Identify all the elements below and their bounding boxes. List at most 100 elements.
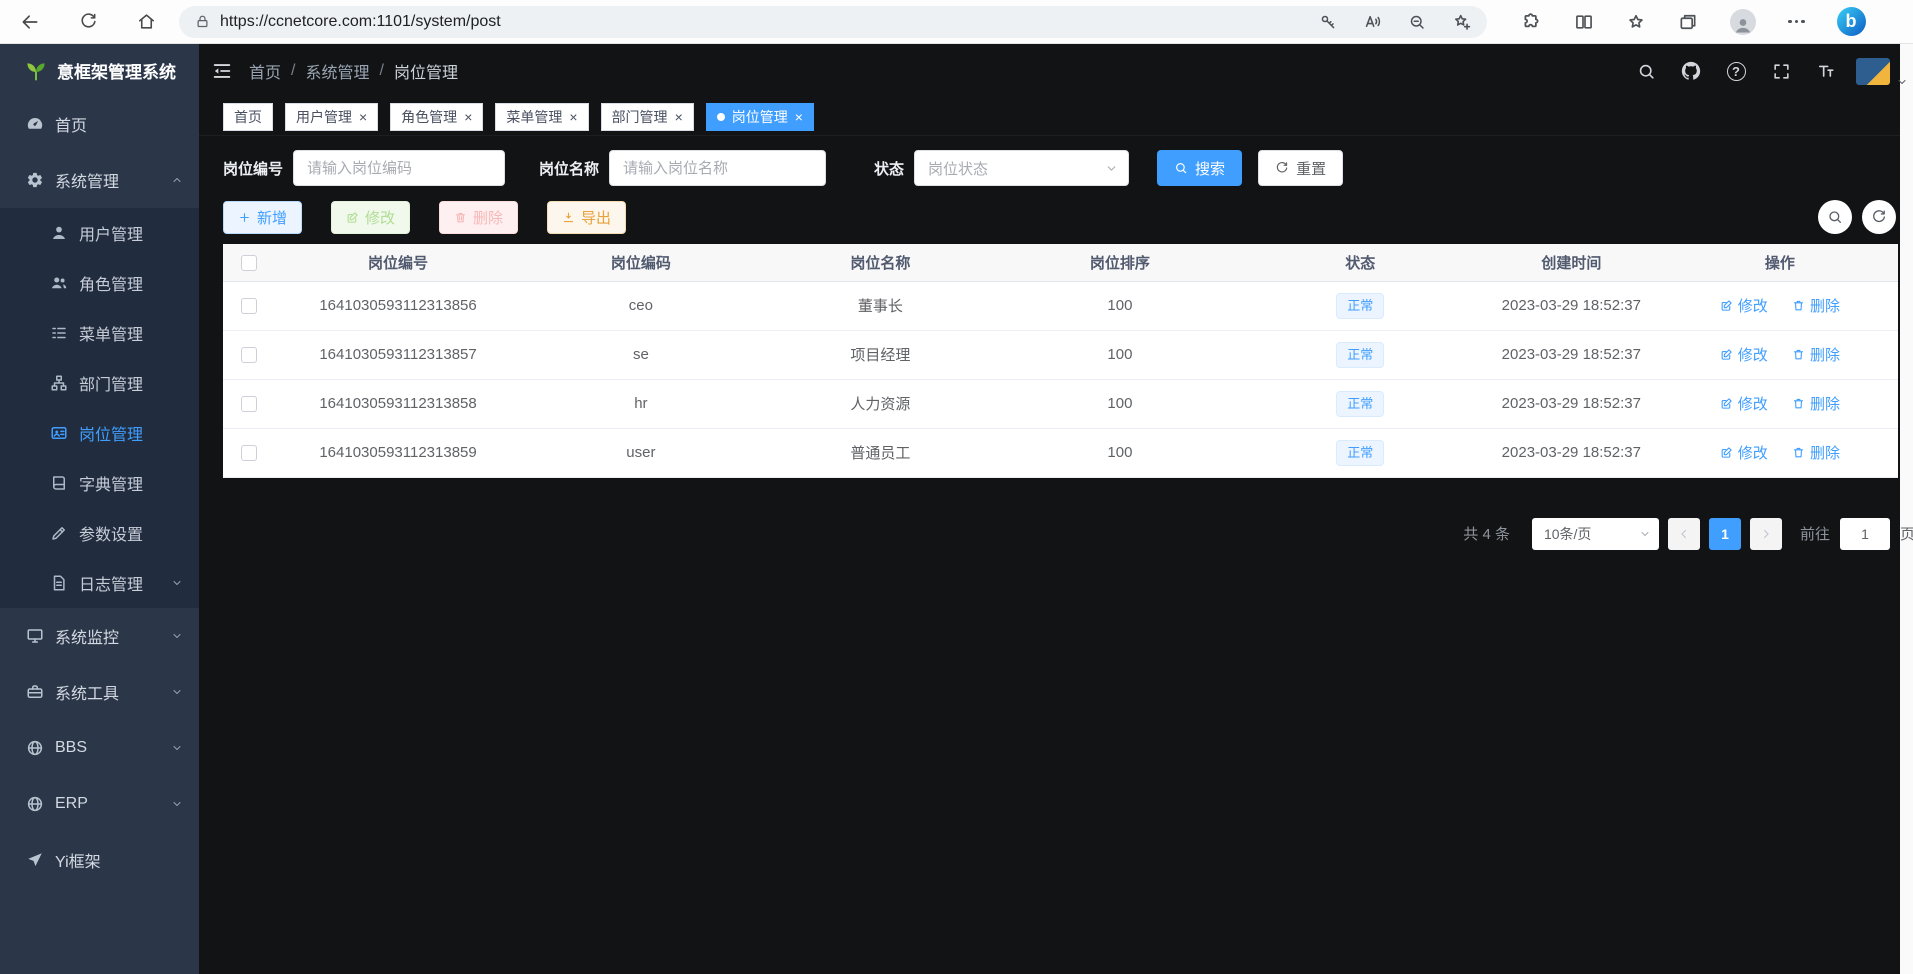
browser-settings-menu[interactable] [1788,20,1805,24]
page-size-value: 10条/页 [1544,524,1591,544]
password-key-icon[interactable] [1319,13,1337,31]
browser-profile-avatar[interactable] [1730,9,1756,35]
tab-roles[interactable]: 角色管理 × [390,103,483,131]
close-icon[interactable]: × [464,110,472,124]
globe-icon [26,795,44,813]
collections-icon[interactable] [1678,12,1698,32]
github-icon[interactable] [1676,56,1706,86]
status-select[interactable]: 岗位状态 [914,150,1129,186]
page: 意框架管理系统 首页 系统管理 用户管理 角色管理 [0,44,1913,974]
post-code-label: 岗位编号 [223,158,283,179]
close-icon[interactable]: × [569,110,577,124]
tab-label: 角色管理 [401,107,457,127]
row-delete-link[interactable]: 删除 [1792,393,1840,414]
row-checkbox[interactable] [241,298,257,314]
toolbox-icon [26,683,44,701]
user-avatar-logo[interactable] [1856,58,1890,85]
sidebar-item-system[interactable]: 系统管理 [0,152,199,208]
sidebar-item-monitoring[interactable]: 系统监控 [0,608,199,664]
prev-page-button[interactable] [1668,518,1700,550]
chevron-down-icon [1639,528,1651,540]
status-badge: 正常 [1336,293,1384,319]
app-logo[interactable]: 意框架管理系统 [0,44,199,96]
sidebar-item-menus[interactable]: 菜单管理 [0,308,199,358]
help-icon[interactable]: ? [1721,56,1751,86]
lock-icon[interactable] [195,14,210,29]
row-edit-link[interactable]: 修改 [1720,344,1768,365]
breadcrumb-system[interactable]: 系统管理 [305,59,369,83]
address-bar[interactable]: https://ccnetcore.com:1101/system/post [179,6,1487,38]
delete-button-disabled[interactable]: 删除 [439,201,518,234]
caret-down-icon[interactable] [1896,76,1908,88]
sidebar-item-departments[interactable]: 部门管理 [0,358,199,408]
row-checkbox[interactable] [241,396,257,412]
row-checkbox[interactable] [241,445,257,461]
toggle-search-button[interactable] [1818,200,1852,234]
browser-back-button[interactable] [13,5,47,39]
search-icon [1174,161,1188,175]
add-button-label: 新增 [257,207,287,228]
extensions-icon[interactable] [1521,11,1542,32]
reset-button[interactable]: 重置 [1258,150,1343,186]
sidebar-item-dictionaries[interactable]: 字典管理 [0,458,199,508]
sidebar-item-users[interactable]: 用户管理 [0,208,199,258]
sidebar-item-logs[interactable]: 日志管理 [0,558,199,608]
row-checkbox[interactable] [241,347,257,363]
active-dot [717,113,725,121]
status-label: 状态 [874,158,904,179]
sidebar-item-yi-framework[interactable]: Yi框架 [0,832,199,888]
sidebar-item-roles[interactable]: 角色管理 [0,258,199,308]
post-code-input[interactable] [293,150,505,186]
export-button[interactable]: 导出 [547,201,626,234]
add-favorite-icon[interactable] [1452,12,1471,31]
row-delete-link[interactable]: 删除 [1792,442,1840,463]
font-size-icon[interactable] [1811,56,1841,86]
breadcrumb-home[interactable]: 首页 [249,59,281,83]
split-screen-icon[interactable] [1574,12,1594,32]
trash-icon [454,211,467,224]
refresh-table-button[interactable] [1862,200,1896,234]
close-icon[interactable]: × [359,110,367,124]
tree-list-icon [50,324,68,342]
row-edit-link[interactable]: 修改 [1720,442,1768,463]
search-button[interactable]: 搜索 [1157,150,1242,186]
fullscreen-icon[interactable] [1766,56,1796,86]
zoom-out-icon[interactable] [1408,13,1426,31]
close-icon[interactable]: × [795,110,803,124]
collapse-sidebar-icon[interactable] [211,60,233,82]
system-submenu: 用户管理 角色管理 菜单管理 部门管理 岗位管理 [0,208,199,608]
sidebar-item-parameters[interactable]: 参数设置 [0,508,199,558]
close-icon[interactable]: × [675,110,683,124]
tab-menus[interactable]: 菜单管理 × [495,103,588,131]
browser-home-button[interactable] [129,5,163,39]
header-search-icon[interactable] [1631,56,1661,86]
select-all-checkbox[interactable] [241,255,257,271]
sidebar-item-bbs[interactable]: BBS [0,720,199,776]
browser-refresh-button[interactable] [71,5,105,39]
sidebar-item-posts[interactable]: 岗位管理 [0,408,199,458]
post-name-input[interactable] [609,150,826,186]
page-number-1[interactable]: 1 [1709,518,1741,550]
page-size-select[interactable]: 10条/页 [1532,518,1659,550]
sidebar-item-erp[interactable]: ERP [0,776,199,832]
row-delete-link[interactable]: 删除 [1792,295,1840,316]
goto-page-input[interactable] [1840,518,1890,550]
edit-button-disabled[interactable]: 修改 [331,201,410,234]
sidebar-item-tools[interactable]: 系统工具 [0,664,199,720]
row-delete-link[interactable]: 删除 [1792,344,1840,365]
person-icon [1733,15,1753,35]
cell-post-code: user [521,428,761,477]
favorites-icon[interactable] [1626,12,1646,32]
tab-users[interactable]: 用户管理 × [285,103,378,131]
cell-post-id: 1641030593112313859 [275,428,521,477]
row-edit-link[interactable]: 修改 [1720,295,1768,316]
read-aloud-icon[interactable] [1363,12,1382,31]
tab-departments[interactable]: 部门管理 × [601,103,694,131]
tab-home[interactable]: 首页 [223,103,273,131]
copilot-bing-icon[interactable]: b [1837,7,1866,36]
add-button[interactable]: 新增 [223,201,302,234]
next-page-button[interactable] [1750,518,1782,550]
sidebar-item-home[interactable]: 首页 [0,96,199,152]
tab-posts-active[interactable]: 岗位管理 × [706,103,814,131]
row-edit-link[interactable]: 修改 [1720,393,1768,414]
